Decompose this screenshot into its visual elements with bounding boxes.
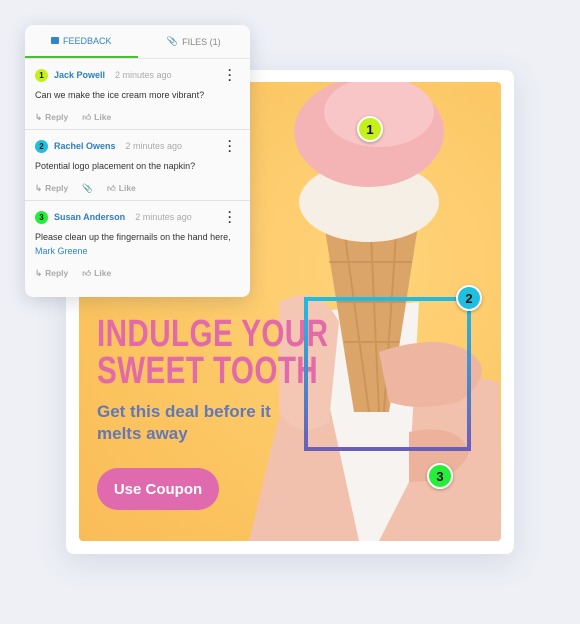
feedback-panel: FEEDBACK 📎 FILES (1) 1 Jack Powell 2 minute… — [25, 25, 250, 297]
mention-link[interactable]: Mark Greene — [35, 246, 88, 256]
comment-text: Potential logo placement on the napkin? — [35, 159, 240, 173]
reply-icon: ↳ — [35, 111, 43, 122]
more-options-icon[interactable]: · · · — [228, 135, 232, 157]
ad-subtitle: Get this deal before it melts away — [97, 402, 271, 443]
comment-text: Can we make the ice cream more vibrant? — [35, 88, 240, 102]
annotation-marker-2[interactable]: 2 — [456, 285, 482, 311]
like-label: Like — [94, 112, 112, 122]
like-button[interactable]: 👍︎ Like — [107, 183, 136, 194]
tab-label: FEEDBACK — [62, 35, 112, 46]
reply-label: Reply — [45, 268, 69, 278]
like-button[interactable]: 👍︎ Like — [82, 268, 111, 279]
comment-body: Potential logo placement on the napkin? — [35, 161, 196, 171]
comment-item: 1 Jack Powell 2 minutes ago · · · Can we mak… — [25, 59, 250, 130]
comment-number-badge: 2 — [35, 139, 48, 153]
more-options-icon[interactable]: · · · — [228, 64, 232, 86]
reply-label: Reply — [45, 112, 69, 122]
comment-item: 3 Susan Anderson 2 minutes ago · · · Please … — [25, 201, 250, 285]
headline-line-2: SWEET TOOTH — [97, 350, 319, 392]
thumbs-up-icon: 👍︎ — [106, 182, 116, 193]
reply-label: Reply — [45, 183, 69, 193]
reply-icon: ↳ — [35, 182, 43, 193]
comment-number-badge: 3 — [35, 210, 48, 224]
like-label: Like — [118, 183, 136, 193]
comment-author[interactable]: Jack Powell — [54, 70, 105, 80]
comment-item: 2 Rachel Owens 2 minutes ago · · · Potential… — [25, 130, 250, 201]
paperclip-icon: 📎 — [166, 36, 179, 46]
comment-author[interactable]: Susan Anderson — [54, 212, 125, 222]
headline-line-1: INDULGE YOUR — [97, 313, 329, 355]
reply-icon: ↳ — [35, 267, 43, 278]
panel-tabs: FEEDBACK 📎 FILES (1) — [25, 25, 250, 59]
annotation-marker-1[interactable]: 1 — [357, 116, 383, 142]
more-options-icon[interactable]: · · · — [228, 206, 232, 228]
comment-body: Please clean up the fingernails on the h… — [35, 232, 231, 242]
comment-author[interactable]: Rachel Owens — [54, 141, 116, 151]
reply-button[interactable]: ↳ Reply — [35, 112, 68, 123]
annotation-marker-3[interactable]: 3 — [427, 463, 453, 489]
comment-icon — [50, 37, 59, 44]
tab-feedback[interactable]: FEEDBACK — [25, 25, 138, 58]
tab-files[interactable]: 📎 FILES (1) — [138, 25, 251, 58]
thumbs-up-icon: 👍︎ — [82, 267, 92, 278]
comment-time: 2 minutes ago — [115, 70, 172, 80]
ad-headline: INDULGE YOUR SWEET TOOTH — [97, 313, 329, 392]
annotation-box[interactable] — [304, 297, 471, 451]
comment-body: Can we make the ice cream more vibrant? — [35, 90, 205, 100]
thumbs-up-icon: 👍︎ — [82, 111, 92, 122]
comment-text: Please clean up the fingernails on the h… — [35, 230, 240, 258]
comment-time: 2 minutes ago — [125, 141, 183, 151]
attachment-icon[interactable]: 📎 — [82, 183, 93, 194]
use-coupon-button[interactable]: Use Coupon — [97, 468, 219, 510]
like-button[interactable]: 👍︎ Like — [82, 112, 111, 123]
comment-number-badge: 1 — [35, 68, 48, 82]
reply-button[interactable]: ↳ Reply — [35, 268, 68, 279]
comment-time: 2 minutes ago — [135, 212, 192, 222]
reply-button[interactable]: ↳ Reply — [35, 183, 68, 194]
tab-label: FILES (1) — [182, 36, 221, 47]
like-label: Like — [94, 268, 112, 278]
